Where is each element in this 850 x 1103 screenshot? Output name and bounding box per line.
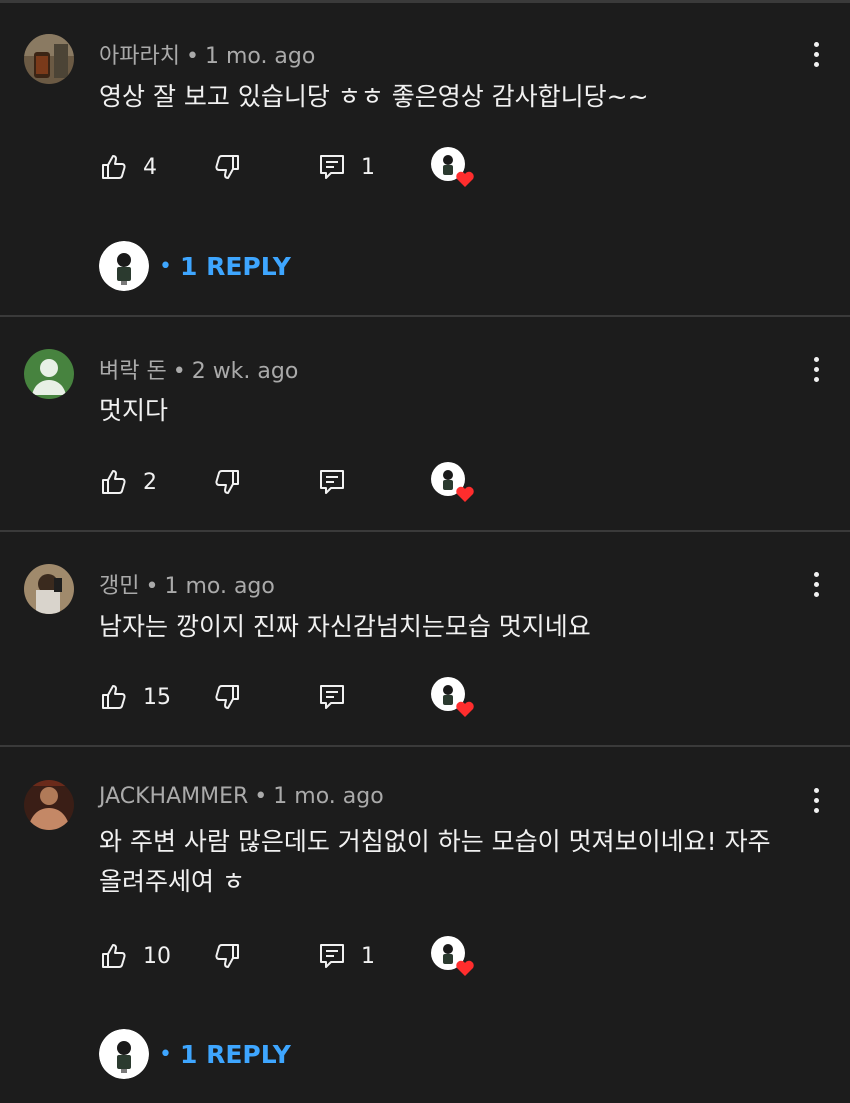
author-avatar[interactable] — [24, 34, 74, 84]
comment-time: 2 wk. ago — [191, 359, 299, 384]
thumbs-up-icon — [102, 155, 126, 179]
creator-heart-icon — [431, 936, 475, 980]
separator-dot: • — [254, 784, 268, 809]
like-button[interactable]: 15 — [99, 677, 171, 717]
reply-button[interactable] — [317, 462, 347, 502]
reply-button[interactable] — [317, 677, 347, 717]
comment-time: 1 mo. ago — [164, 574, 275, 599]
comment-meta: 벼락 돈 • 2 wk. ago — [99, 353, 298, 385]
creator-heart-icon — [431, 677, 475, 721]
reply-button[interactable]: 1 — [317, 936, 375, 976]
comment-icon — [320, 944, 344, 968]
comment-text: 멋지다 — [99, 396, 169, 425]
action-bar: 2 — [99, 462, 519, 502]
thumbs-down-icon — [215, 944, 239, 968]
author-avatar[interactable] — [24, 349, 74, 399]
dislike-button[interactable] — [212, 462, 242, 502]
author-name[interactable]: JACKHAMMER — [99, 784, 248, 809]
separator-dot: • — [172, 359, 186, 384]
like-button[interactable]: 10 — [99, 936, 171, 976]
thumbs-up-icon — [102, 944, 126, 968]
thumbs-down-icon — [215, 470, 239, 494]
creator-avatar — [99, 1029, 149, 1079]
separator-dot: • — [145, 574, 159, 599]
author-name[interactable]: 벼락 돈 — [99, 359, 167, 384]
reply-count: 1 — [361, 943, 375, 969]
dislike-button[interactable] — [212, 936, 242, 976]
comment-icon — [320, 470, 344, 494]
dislike-button[interactable] — [212, 147, 242, 187]
comment-meta: 아파라치 • 1 mo. ago — [99, 38, 315, 70]
author-avatar[interactable] — [24, 564, 74, 614]
comment-time: 1 mo. ago — [204, 44, 316, 69]
like-count: 15 — [143, 684, 171, 710]
comment-text-line: 올려주세여 ㅎ — [99, 867, 245, 896]
author-name[interactable]: 갱민 — [99, 574, 139, 599]
comment-divider — [0, 745, 850, 747]
comment-text: 영상 잘 보고 있습니당 ㅎㅎ 좋은영상 감사합니당~~ — [99, 82, 649, 111]
more-vert-icon[interactable] — [800, 349, 832, 389]
author-avatar[interactable] — [24, 780, 74, 830]
more-vert-icon[interactable] — [800, 34, 832, 74]
creator-avatar — [99, 241, 149, 291]
comment-text-line: 와 주변 사람 많은데도 거침없이 하는 모습이 멋져보이네요! 자주 — [99, 827, 771, 856]
like-count: 10 — [143, 943, 171, 969]
more-vert-icon[interactable] — [800, 780, 832, 820]
replies-link[interactable]: 1 REPLY — [180, 252, 291, 281]
action-bar: 10 1 — [99, 936, 519, 976]
comment-meta: JACKHAMMER • 1 mo. ago — [99, 784, 384, 809]
more-vert-icon[interactable] — [800, 564, 832, 604]
replies-link[interactable]: 1 REPLY — [180, 1040, 291, 1069]
dislike-button[interactable] — [212, 677, 242, 717]
separator-dot: • — [185, 44, 199, 69]
reply-count: 1 — [361, 154, 375, 180]
comment-meta: 갱민 • 1 mo. ago — [99, 568, 275, 600]
comment-icon — [320, 685, 344, 709]
view-replies[interactable]: • 1 REPLY — [99, 241, 291, 291]
action-bar: 15 — [99, 677, 519, 717]
comment-text: 남자는 깡이지 진짜 자신감넘치는모습 멋지네요 — [99, 612, 591, 641]
like-button[interactable]: 4 — [99, 147, 157, 187]
comment-text: 와 주변 사람 많은데도 거침없이 하는 모습이 멋져보이네요! 자주 올려주세… — [99, 822, 810, 902]
comment-divider — [0, 530, 850, 532]
separator-dot: • — [159, 1041, 172, 1067]
author-name[interactable]: 아파라치 — [99, 44, 180, 69]
creator-heart-icon — [431, 147, 475, 191]
thumbs-down-icon — [215, 155, 239, 179]
thumbs-up-icon — [102, 470, 126, 494]
action-bar: 4 1 — [99, 147, 519, 187]
top-divider — [0, 0, 850, 3]
comment-icon — [320, 155, 344, 179]
thumbs-up-icon — [102, 685, 126, 709]
like-count: 4 — [143, 154, 157, 180]
separator-dot: • — [159, 253, 172, 279]
comment-divider — [0, 315, 850, 317]
creator-heart-icon — [431, 462, 475, 506]
view-replies[interactable]: • 1 REPLY — [99, 1029, 291, 1079]
like-button[interactable]: 2 — [99, 462, 157, 502]
reply-button[interactable]: 1 — [317, 147, 375, 187]
like-count: 2 — [143, 469, 157, 495]
comment-time: 1 mo. ago — [273, 784, 384, 809]
thumbs-down-icon — [215, 685, 239, 709]
